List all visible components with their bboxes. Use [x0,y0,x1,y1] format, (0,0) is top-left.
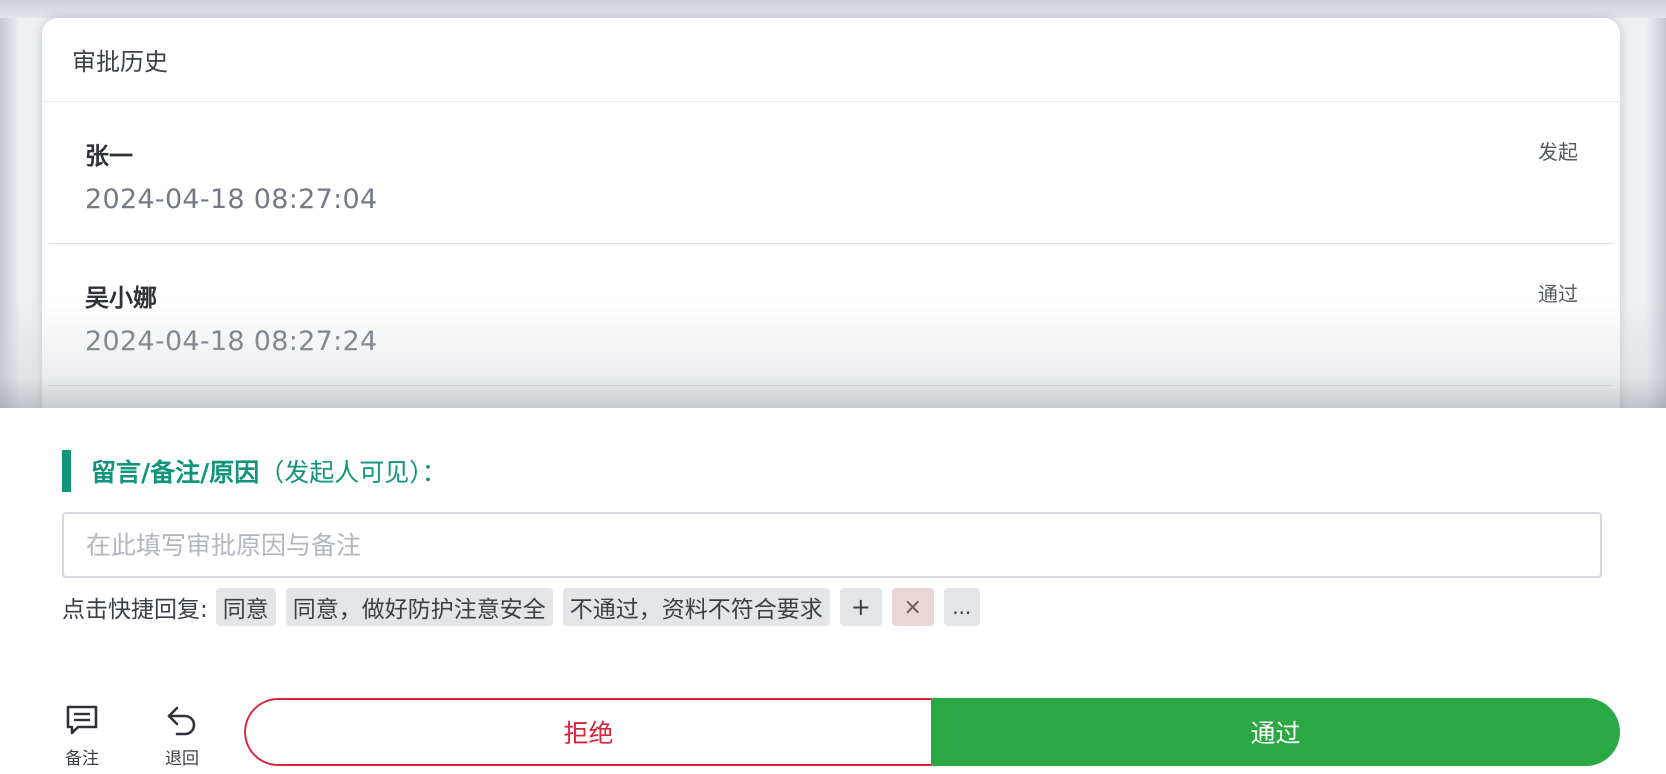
return-button[interactable]: 退回 [152,704,212,769]
history-item-name: 吴小娜 [85,284,157,312]
quick-reply-chip-reject-docs[interactable]: 不通过，资料不符合要求 [562,588,830,626]
add-quick-reply-button[interactable]: + [839,588,882,626]
remark-title-main: 留言/备注/原因 [91,458,260,487]
title-accent-bar [62,450,71,492]
remark-input[interactable] [62,512,1602,578]
history-item-time: 2024-04-18 08:27:24 [85,326,378,357]
quick-reply-row: 点击快捷回复: 同意 同意，做好防护注意安全 不通过，资料不符合要求 + × .… [62,588,990,626]
note-button-label: 备注 [65,749,99,769]
history-title: 审批历史 [42,18,1620,102]
top-backdrop [0,0,1666,18]
remark-title-sub: （发起人可见）： [259,458,447,487]
history-item: 张一 2024-04-18 08:27:04 发起 [49,102,1613,244]
approve-button[interactable]: 通过 [931,698,1620,766]
reject-button[interactable]: 拒绝 [244,698,931,766]
comment-icon [65,704,99,740]
note-button[interactable]: 备注 [52,704,112,769]
more-quick-reply-button[interactable]: ... [943,588,980,626]
approval-action-sheet: 留言/备注/原因 （发起人可见）： 点击快捷回复: 同意 同意，做好防护注意安全… [0,408,1666,774]
return-button-label: 退回 [165,749,199,769]
decision-buttons: 拒绝 通过 [244,698,1620,766]
history-item-status: 通过 [1538,282,1578,306]
delete-quick-reply-button[interactable]: × [891,588,934,626]
quick-reply-chip-agree-safety[interactable]: 同意，做好防护注意安全 [285,588,553,626]
quick-reply-label: 点击快捷回复: [62,597,208,623]
history-item-status: 发起 [1538,140,1578,164]
approval-page: 审批历史 张一 2024-04-18 08:27:04 发起 吴小娜 2024-… [0,0,1666,774]
approval-history-card: 审批历史 张一 2024-04-18 08:27:04 发起 吴小娜 2024-… [42,18,1620,438]
history-item-name: 张一 [85,142,133,170]
remark-section-title: 留言/备注/原因 （发起人可见）： [62,450,447,492]
quick-reply-chip-agree[interactable]: 同意 [215,588,276,626]
undo-icon [165,704,199,740]
history-item-time: 2024-04-18 08:27:04 [85,184,378,215]
history-item: 吴小娜 2024-04-18 08:27:24 通过 [49,244,1613,386]
